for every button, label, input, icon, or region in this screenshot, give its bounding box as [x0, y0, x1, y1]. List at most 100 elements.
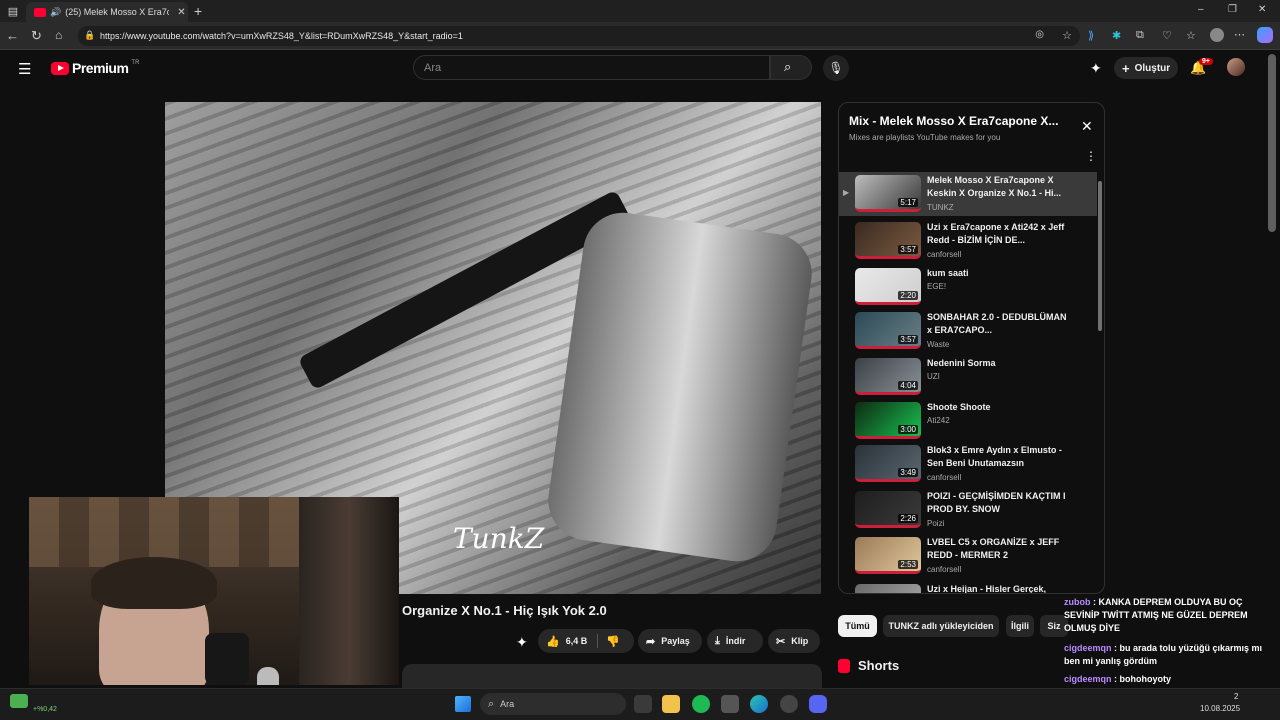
premium-badge-icon[interactable]: ✦ — [1090, 60, 1102, 77]
url-field[interactable]: 🔒 https://www.youtube.com/watch?v=umXwRZ… — [78, 26, 1080, 46]
extension-2-icon[interactable]: ✱ — [1112, 29, 1121, 42]
playlist-item-title[interactable]: Nedenini Sorma — [927, 357, 1067, 370]
discord-icon[interactable] — [809, 695, 827, 713]
playlist-thumbnail[interactable]: 3:00 — [855, 402, 921, 439]
like-count[interactable]: 6,4 B — [566, 636, 588, 646]
playlist-menu-icon[interactable]: ⋮ — [1085, 149, 1097, 163]
playlist-item-channel[interactable]: Waste — [927, 340, 949, 349]
playlist-thumbnail[interactable]: 5:17 — [855, 175, 921, 212]
read-aloud-icon[interactable]: ◎ — [1035, 29, 1044, 40]
page-scrollbar[interactable] — [1268, 54, 1276, 232]
minimize-icon[interactable]: – — [1198, 4, 1204, 15]
reload-icon[interactable]: ↻ — [31, 28, 42, 44]
tab-close-icon[interactable]: ✕ — [177, 7, 185, 18]
playlist-item-title[interactable]: Melek Mosso X Era7capone X Keskin X Orga… — [927, 174, 1067, 200]
shorts-label: Shorts — [858, 658, 900, 673]
playlist-item-title[interactable]: SONBAHAR 2.0 - DEDUBLÜMAN x ERA7CAPO... — [927, 311, 1067, 337]
browser-tab[interactable]: 🔊 (25) Melek Mosso X Era7cap ✕ — [26, 2, 188, 22]
create-button[interactable]: + Oluştur — [1114, 57, 1179, 79]
playlist-item-title[interactable]: LVBEL C5 x ORGANİZE x JEFF REDD - MERMER… — [927, 536, 1067, 562]
chat-separator: : — [1090, 597, 1099, 607]
playlist-item[interactable]: 2:26 POIZI - GEÇMİŞİMDEN KAÇTIM I PROD BY… — [839, 488, 1097, 532]
video-watermark: TunkZ — [453, 522, 545, 555]
dislike-icon[interactable]: 👎 — [606, 635, 620, 648]
taskbar-search[interactable]: ⌕ Ara — [480, 693, 626, 715]
playlist-item-title[interactable]: Blok3 x Emre Aydın x Elmusto - Sen Beni … — [927, 444, 1067, 470]
playlist-title[interactable]: Mix - Melek Mosso X Era7capone X... — [849, 114, 1058, 128]
audio-playing-icon[interactable]: 🔊 — [50, 7, 61, 18]
playlist-item-channel[interactable]: Ati242 — [927, 416, 950, 425]
extension-icon[interactable]: ⟫ — [1088, 29, 1094, 42]
copilot-icon[interactable] — [1257, 27, 1273, 43]
spotify-icon[interactable] — [692, 695, 710, 713]
playlist-thumbnail[interactable]: 2:26 — [855, 491, 921, 528]
task-view-icon[interactable] — [634, 695, 652, 713]
playlist-item-channel[interactable]: TUNKZ — [927, 203, 954, 212]
windows-start-icon[interactable] — [455, 696, 471, 712]
playlist-item-title[interactable]: POIZI - GEÇMİŞİMDEN KAÇTIM I PROD BY. SN… — [927, 490, 1067, 516]
playlist-item[interactable]: 4:04 Nedenini Sorma UZI — [839, 355, 1097, 399]
playlist-scrollbar[interactable] — [1097, 173, 1103, 587]
like-icon[interactable]: 👍 — [546, 635, 560, 648]
playlist-thumbnail[interactable]: 4:04 — [855, 358, 921, 395]
chat-username: cigdeemqn — [1064, 674, 1112, 684]
app-icon[interactable] — [721, 695, 739, 713]
home-icon[interactable]: ⌂ — [55, 28, 62, 42]
playlist-thumbnail[interactable]: 3:57 — [855, 312, 921, 349]
playlist-item[interactable]: 3:57 SONBAHAR 2.0 - DEDUBLÜMAN x ERA7CAPO… — [839, 309, 1097, 353]
filter-chip[interactable]: Tümü — [838, 615, 877, 637]
performance-icon[interactable]: ♡ — [1162, 29, 1172, 42]
extensions-icon[interactable]: ⧉ — [1136, 29, 1144, 42]
playlist-item-channel[interactable]: EGE! — [927, 282, 946, 291]
edge-icon[interactable] — [750, 695, 768, 713]
filter-chip[interactable]: TUNKZ adlı yükleyiciden — [883, 615, 999, 637]
hamburger-menu-icon[interactable]: ☰ — [18, 60, 31, 78]
playlist-thumbnail[interactable] — [855, 584, 921, 593]
playlist-item[interactable]: ▶ 5:17 Melek Mosso X Era7capone X Keskin X… — [839, 172, 1097, 216]
playlist-scroll-thumb[interactable] — [1098, 181, 1102, 331]
obs-icon[interactable] — [780, 695, 798, 713]
more-icon[interactable]: ⋯ — [1234, 28, 1245, 41]
playlist-thumbnail[interactable]: 3:49 — [855, 445, 921, 482]
playlist-item-title[interactable]: kum saati — [927, 267, 1067, 280]
playlist-item-channel[interactable]: UZI — [927, 372, 940, 381]
maximize-icon[interactable]: ❐ — [1228, 4, 1237, 15]
account-avatar[interactable] — [1227, 58, 1245, 76]
youtube-logo[interactable]: Premium TR — [51, 60, 139, 76]
playlist-item[interactable]: 2:53 LVBEL C5 x ORGANİZE x JEFF REDD - ME… — [839, 534, 1097, 578]
playlist-item[interactable]: Uzi x Heijan - Hisler Gerçek, — [839, 581, 1097, 593]
search-button[interactable]: ⌕ — [770, 55, 812, 80]
file-explorer-icon[interactable] — [662, 695, 680, 713]
playlist-item-title[interactable]: Uzi x Heijan - Hisler Gerçek, — [927, 583, 1067, 593]
search-input[interactable]: Ara — [413, 55, 770, 80]
favorite-star-icon[interactable]: ☆ — [1062, 29, 1072, 42]
description-box[interactable] — [402, 664, 822, 688]
playlist-item-title[interactable]: Shoote Shoote — [927, 401, 1067, 414]
stocks-widget-icon[interactable] — [10, 694, 28, 708]
new-tab-icon[interactable]: + — [194, 3, 202, 19]
playlist-item-channel[interactable]: canforsell — [927, 565, 961, 574]
playlist-thumbnail[interactable]: 2:53 — [855, 537, 921, 574]
playlist-thumbnail[interactable]: 2:20 — [855, 268, 921, 305]
close-playlist-icon[interactable]: ✕ — [1081, 118, 1093, 135]
playlist-item[interactable]: 3:57 Uzi x Era7capone x Ati242 x Jeff Red… — [839, 219, 1097, 263]
playlist-item[interactable]: 3:00 Shoote Shoote Ati242 — [839, 399, 1097, 443]
window-close-icon[interactable]: ✕ — [1258, 4, 1266, 15]
playlist-item-channel[interactable]: canforsell — [927, 473, 961, 482]
voice-search-button[interactable]: 🎙 — [823, 55, 849, 81]
playlist-thumbnail[interactable]: 3:57 — [855, 222, 921, 259]
filter-chip[interactable]: İlgili — [1006, 615, 1034, 637]
profile-icon[interactable] — [1210, 28, 1224, 42]
back-icon[interactable]: ← — [6, 28, 19, 43]
playlist-item[interactable]: 2:20 kum saati EGE! — [839, 265, 1097, 309]
playlist-item-title[interactable]: Uzi x Era7capone x Ati242 x Jeff Redd - … — [927, 221, 1067, 247]
download-button[interactable]: ⤓ İndir — [707, 629, 763, 653]
lock-icon[interactable]: 🔒 — [84, 30, 95, 41]
share-button[interactable]: ➦ Paylaş — [638, 629, 702, 653]
playlist-item-channel[interactable]: Poizi — [927, 519, 944, 528]
playlist-item-channel[interactable]: canforsell — [927, 250, 961, 259]
sidebar-toggle-icon[interactable]: ▤ — [6, 4, 20, 18]
collections-icon[interactable]: ☆ — [1186, 29, 1196, 42]
playlist-item[interactable]: 3:49 Blok3 x Emre Aydın x Elmusto - Sen B… — [839, 442, 1097, 486]
clip-button[interactable]: ✂ Klip — [768, 629, 820, 653]
